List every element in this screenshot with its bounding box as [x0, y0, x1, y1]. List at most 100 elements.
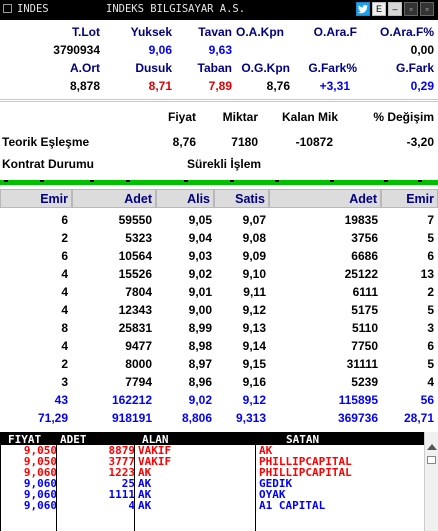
bid-qty: 25831 [118, 321, 152, 335]
column-divider [134, 445, 135, 531]
ask-qty: 5110 [351, 321, 378, 335]
ask-orders: 2 [427, 285, 434, 299]
summary-header-row-2: A.Ort Dusuk Taban O.G.Kpn G.Fark% G.Fark [0, 59, 438, 77]
symbol-code: INDES [17, 3, 49, 15]
ask-orders: 5 [427, 357, 434, 371]
window-title-bar[interactable]: INDES INDEKS BILGISAYAR A.S. E – ▫ ▫ [0, 0, 438, 20]
total-ask-orders: 56 [420, 393, 434, 407]
column-divider [56, 445, 57, 531]
minimize-button[interactable]: – [388, 2, 402, 16]
bid-orders: 3 [61, 375, 68, 389]
divider [0, 99, 438, 100]
ask-price: 9,10 [242, 267, 266, 281]
ask-qty: 7750 [351, 339, 378, 353]
twitter-icon[interactable] [356, 2, 370, 16]
bid-qty: 8000 [125, 357, 152, 371]
col-satis[interactable]: Satis [214, 189, 269, 208]
range-marker [230, 180, 234, 182]
cum-ask-qty: 369736 [337, 411, 378, 425]
ask-qty: 25122 [344, 267, 378, 281]
trades-panel: FIYAT ADET ALAN SATAN 9,050 8879 VAKIF A… [0, 432, 438, 531]
value-taban: 7,89 [208, 79, 232, 93]
bid-price: 8,97 [188, 357, 212, 371]
bid-orders: 6 [61, 213, 68, 227]
bid-qty: 59550 [118, 213, 152, 227]
value-dusuk: 8,71 [148, 79, 172, 93]
orderbook-row[interactable]: 4 7804 9,01 9,11 6111 2 [0, 283, 438, 301]
trade-row[interactable]: 9,060 1223 AK PHILLIPCAPITAL [1, 467, 424, 478]
ask-orders: 13 [420, 267, 434, 281]
header-oara-f-pct: O.Ara.F% [379, 25, 434, 39]
col-emir-sell[interactable]: Emir [381, 189, 438, 208]
trade-row[interactable]: 9,050 3777 VAKIF PHILLIPCAPITAL [1, 456, 424, 467]
total-bid-qty: 162212 [111, 393, 152, 407]
trade-buyer: AK [138, 499, 152, 512]
orderbook-row[interactable]: 8 25831 8,99 9,13 5110 3 [0, 319, 438, 337]
range-marker [275, 180, 279, 182]
theoretical-kalan: -10872 [295, 135, 333, 149]
header-taban: Taban [197, 61, 232, 75]
theoretical-fiyat: 8,76 [172, 135, 196, 149]
col-alis[interactable]: Alis [156, 189, 214, 208]
ask-orders: 5 [427, 303, 434, 317]
col-adet-sell[interactable]: Adet [269, 189, 381, 208]
orderbook-row[interactable]: 6 10564 9,03 9,09 6686 6 [0, 247, 438, 265]
window-menu-icon[interactable] [3, 4, 12, 13]
range-marker [90, 180, 94, 182]
ask-orders: 6 [427, 249, 434, 263]
bid-orders: 4 [61, 267, 68, 281]
orderbook-row[interactable]: 2 8000 8,97 9,15 31111 5 [0, 355, 438, 373]
col-adet-buy[interactable]: Adet [72, 189, 156, 208]
col-emir-buy[interactable]: Emir [0, 189, 72, 208]
trades-scrollbar[interactable] [424, 432, 438, 531]
ask-orders: 6 [427, 339, 434, 353]
avg-bid-orders: 71,29 [37, 411, 68, 425]
bid-qty: 7794 [125, 375, 152, 389]
value-oara-f-pct: 0,00 [410, 43, 434, 57]
ask-qty: 6686 [351, 249, 378, 263]
value-tavan: 9,63 [208, 43, 232, 57]
bid-price: 9,03 [188, 249, 212, 263]
cum-bid-qty: 918191 [111, 411, 152, 425]
scroll-up-icon[interactable] [427, 444, 437, 450]
trade-row[interactable]: 9,060 25 AK GEDIK [1, 478, 424, 489]
avg-bid-price: 9,02 [188, 393, 212, 407]
trade-seller: A1 CAPITAL [259, 499, 326, 512]
ask-price: 9,07 [242, 213, 266, 227]
export-button[interactable]: E [372, 2, 386, 16]
close-button[interactable]: ▫ [420, 2, 434, 16]
bid-orders: 6 [61, 249, 68, 263]
orderbook-row[interactable]: 2 5323 9,04 9,08 3756 5 [0, 229, 438, 247]
scroll-thumb[interactable] [427, 456, 436, 464]
ask-price: 9,14 [242, 339, 266, 353]
bid-orders: 8 [61, 321, 68, 335]
range-marker [126, 180, 130, 182]
orderbook-row[interactable]: 4 9477 8,98 9,14 7750 6 [0, 337, 438, 355]
header-g-fark: G.Fark [395, 61, 434, 75]
header-kalan-mik: Kalan Mik [281, 110, 338, 124]
bid-price: 9,01 [188, 285, 212, 299]
value-og-kpn: 8,76 [266, 79, 290, 93]
value-t-lot: 3790934 [53, 43, 100, 57]
bid-qty: 15526 [118, 267, 152, 281]
orderbook-row[interactable]: 6 59550 9,05 9,07 19835 7 [0, 211, 438, 229]
trade-row[interactable]: 9,060 4 AK A1 CAPITAL [1, 500, 424, 511]
avg-ask-orders: 28,71 [403, 411, 434, 425]
header-og-kpn: O.G.Kpn [241, 61, 290, 75]
ask-qty: 19835 [344, 213, 378, 227]
header-yuksek: Yuksek [130, 25, 172, 39]
orderbook-row[interactable]: 3 7794 8,96 9,16 5239 4 [0, 373, 438, 391]
trade-row[interactable]: 9,050 8879 VAKIF AK [1, 445, 424, 456]
orderbook-header: Emir Adet Alis Satis Adet Emir [0, 189, 438, 208]
maximize-button[interactable]: ▫ [404, 2, 418, 16]
trades-header: FIYAT ADET ALAN SATAN [0, 433, 424, 447]
orderbook-row[interactable]: 4 12343 9,00 9,12 5175 5 [0, 301, 438, 319]
header-dusuk: Dusuk [135, 61, 172, 75]
header-miktar: Miktar [222, 110, 258, 124]
trade-row[interactable]: 9,060 1111 AK OYAK [1, 489, 424, 500]
bid-price: 8,96 [188, 375, 212, 389]
orderbook-row[interactable]: 4 15526 9,02 9,10 25122 13 [0, 265, 438, 283]
ask-price: 9,08 [242, 231, 266, 245]
bid-orders: 4 [61, 303, 68, 317]
ask-qty: 5239 [351, 375, 378, 389]
